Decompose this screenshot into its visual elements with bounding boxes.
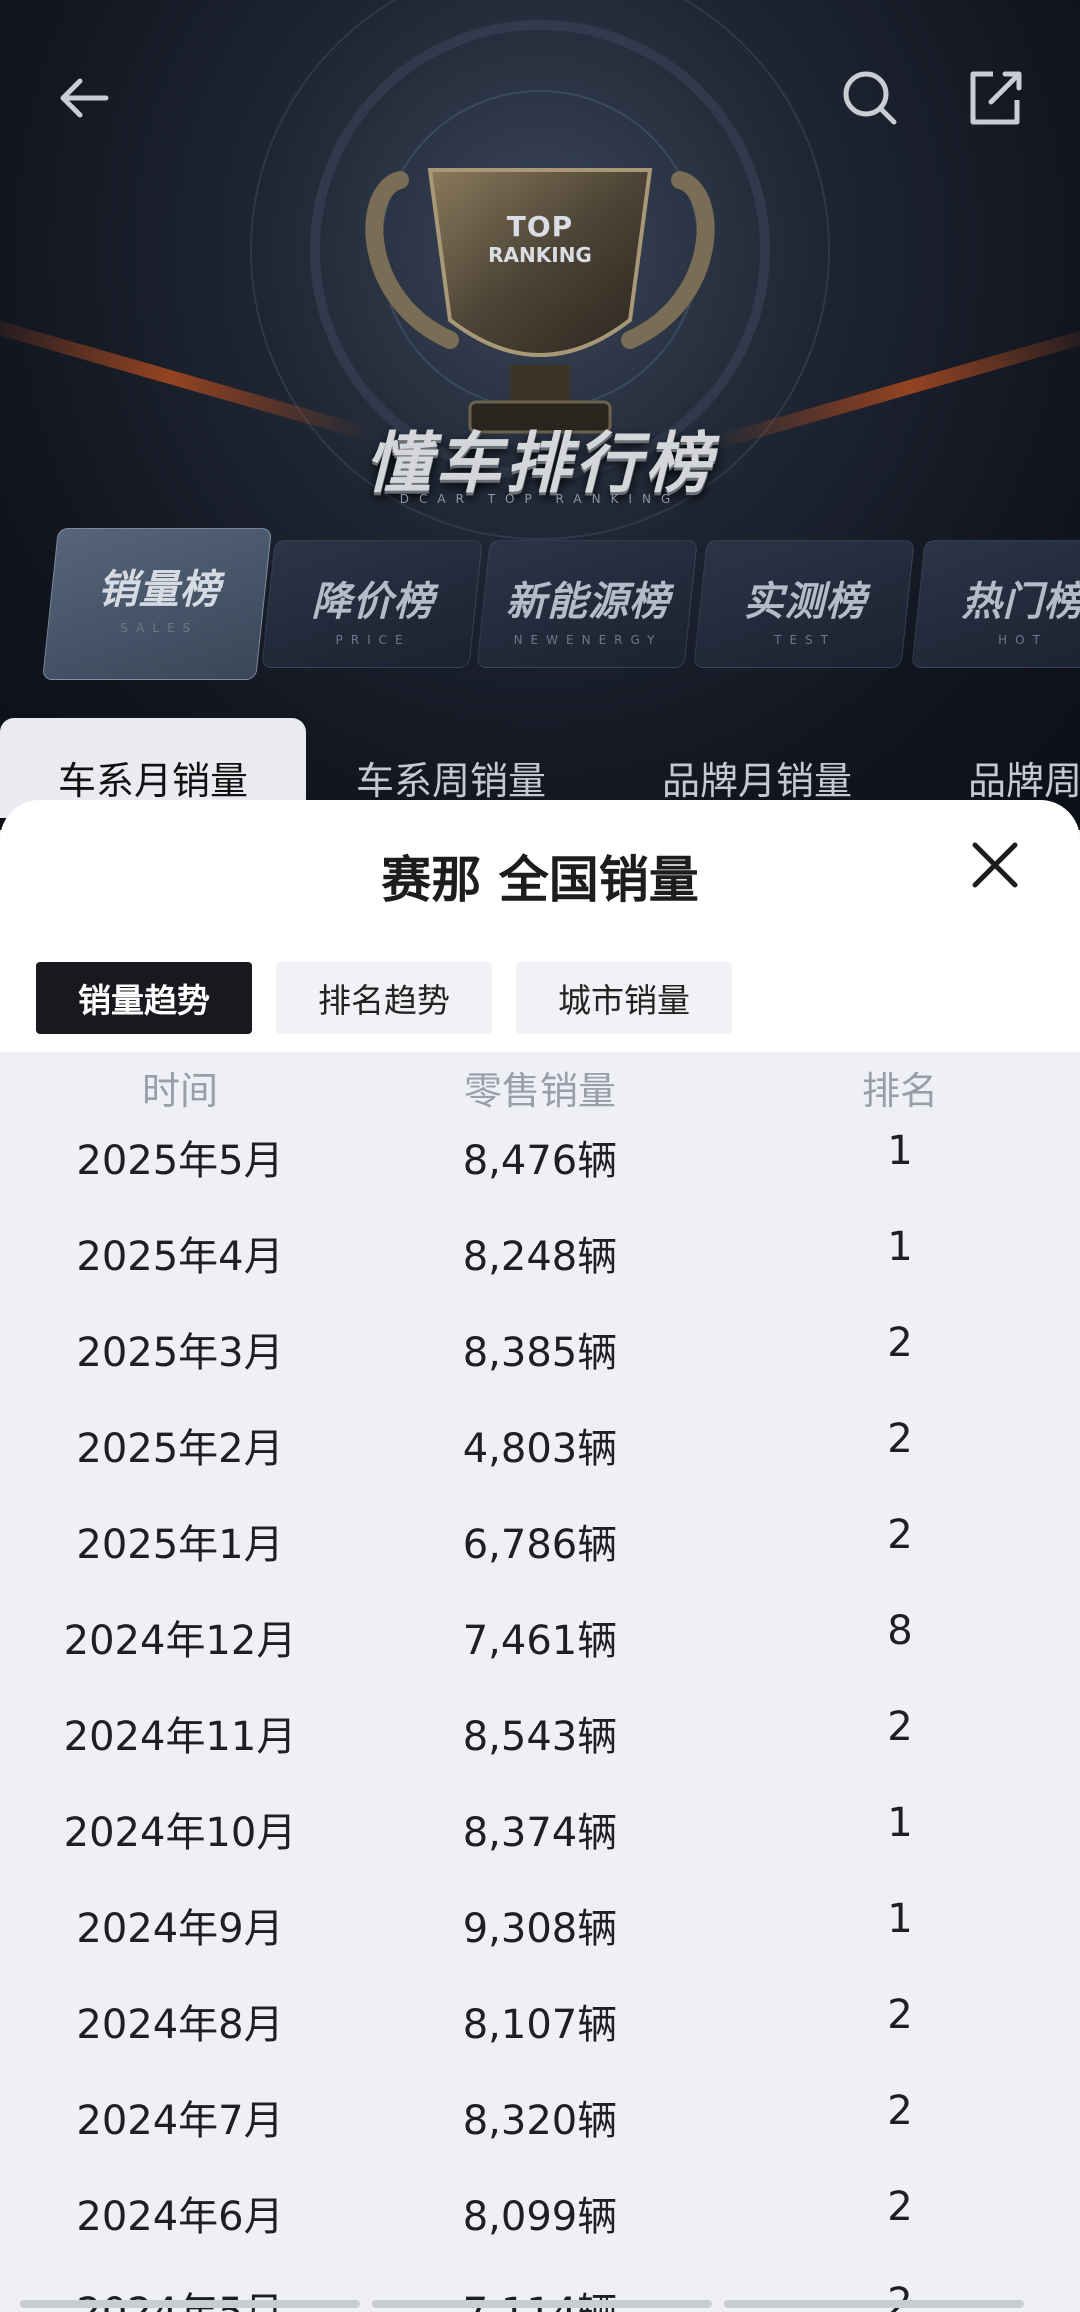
cell-time: 2025年4月 <box>76 1234 284 1280</box>
table-row: 2024年11月 8,543辆 2 <box>0 1698 1080 1794</box>
sales-detail-sheet: 赛那 全国销量 销量趋势 排名趋势 城市销量 时间 零售销量 排名 2025年5… <box>0 800 1080 2312</box>
cell-sales: 8,374辆 <box>462 1810 618 1856</box>
cell-sales: 6,786辆 <box>462 1522 618 1568</box>
cell-time: 2025年5月 <box>76 1138 284 1184</box>
category-tab-price[interactable]: 降价榜 PRICE <box>261 540 483 668</box>
category-label: 降价榜 <box>311 579 435 625</box>
table-row: 2025年4月 8,248辆 1 <box>0 1218 1080 1314</box>
category-sublabel: SALES <box>120 621 199 635</box>
category-tab-sales[interactable]: 销量榜 SALES <box>42 528 272 680</box>
table-row: 2025年3月 8,385辆 2 <box>0 1314 1080 1410</box>
close-icon <box>972 842 1018 888</box>
category-sublabel: NEWENERGY <box>513 633 663 647</box>
category-sublabel: HOT <box>998 633 1048 647</box>
segment-sales-trend[interactable]: 销量趋势 <box>36 962 252 1034</box>
cell-sales: 8,248辆 <box>462 1234 618 1280</box>
cell-rank: 2 <box>887 1416 913 1462</box>
cell-rank: 2 <box>887 1320 913 1366</box>
edit-icon <box>970 71 1022 125</box>
table-row: 2024年9月 9,308辆 1 <box>0 1890 1080 1986</box>
table-row: 2024年8月 8,107辆 2 <box>0 1986 1080 2082</box>
edit-button[interactable] <box>955 58 1035 138</box>
cell-rank: 1 <box>887 1800 913 1846</box>
search-icon <box>843 71 897 125</box>
cell-time: 2024年6月 <box>76 2194 284 2240</box>
cell-time: 2024年9月 <box>76 1906 284 1952</box>
category-tab-test[interactable]: 实测榜 TEST <box>693 540 915 668</box>
column-header-time: 时间 <box>141 1069 218 1113</box>
cell-sales: 9,308辆 <box>462 1906 618 1952</box>
close-button[interactable] <box>960 830 1030 900</box>
cell-time: 2025年3月 <box>76 1330 284 1376</box>
search-button[interactable] <box>830 58 910 138</box>
cell-time: 2024年7月 <box>76 2098 284 2144</box>
table-row: 2024年10月 8,374辆 1 <box>0 1794 1080 1890</box>
cell-time: 2025年1月 <box>76 1522 284 1568</box>
hero-banner: TOP RANKING 懂车排行榜 DCAR TOP RANKING 销量榜 S… <box>0 0 1080 830</box>
category-sublabel: TEST <box>774 633 836 647</box>
arrow-left-icon <box>60 78 109 118</box>
cell-rank: 1 <box>887 1128 913 1174</box>
sheet-header: 赛那 全国销量 销量趋势 排名趋势 城市销量 <box>0 800 1080 1052</box>
category-label: 新能源榜 <box>506 579 671 625</box>
cell-rank: 2 <box>887 1992 913 2038</box>
table-row: 2025年5月 8,476辆 1 <box>0 1122 1080 1218</box>
sales-table: 2025年5月 8,476辆 1 2025年4月 8,248辆 1 2025年3… <box>0 1122 1080 2312</box>
trophy-top-text: TOP <box>506 210 574 243</box>
cell-rank: 1 <box>887 1896 913 1942</box>
column-header-rank: 排名 <box>861 1069 938 1113</box>
cell-time: 2024年12月 <box>63 1618 297 1664</box>
table-row: 2024年12月 7,461辆 8 <box>0 1602 1080 1698</box>
scroll-indicator <box>0 2300 1080 2312</box>
banner-subtitle: DCAR TOP RANKING <box>399 492 681 506</box>
table-header: 时间 零售销量 排名 <box>0 1052 1080 1128</box>
cell-sales: 8,099辆 <box>462 2194 618 2240</box>
cell-time: 2025年2月 <box>76 1426 284 1472</box>
table-row: 2024年6月 8,099辆 2 <box>0 2178 1080 2274</box>
cell-time: 2024年10月 <box>63 1810 297 1856</box>
table-row: 2025年2月 4,803辆 2 <box>0 1410 1080 1506</box>
category-tab-hot[interactable]: 热门榜 HOT <box>911 540 1080 668</box>
table-row: 2025年1月 6,786辆 2 <box>0 1506 1080 1602</box>
cell-time: 2024年11月 <box>63 1714 297 1760</box>
segment-rank-trend[interactable]: 排名趋势 <box>276 962 492 1034</box>
cell-sales: 8,476辆 <box>462 1138 618 1184</box>
category-label: 销量榜 <box>97 567 221 613</box>
cell-sales: 4,803辆 <box>462 1426 618 1472</box>
category-sublabel: PRICE <box>335 633 411 647</box>
category-label: 热门榜 <box>961 579 1080 625</box>
table-row: 2024年7月 8,320辆 2 <box>0 2082 1080 2178</box>
cell-rank: 2 <box>887 2184 913 2230</box>
cell-sales: 8,543辆 <box>462 1714 618 1760</box>
cell-time: 2024年8月 <box>76 2002 284 2048</box>
cell-rank: 8 <box>887 1608 913 1654</box>
cell-rank: 2 <box>887 1512 913 1558</box>
cell-rank: 2 <box>887 2088 913 2134</box>
cell-rank: 1 <box>887 1224 913 1270</box>
back-button[interactable] <box>44 58 124 138</box>
sheet-title: 赛那 全国销量 <box>381 851 699 909</box>
category-label: 实测榜 <box>743 579 867 625</box>
cell-sales: 8,320辆 <box>462 2098 618 2144</box>
column-header-sales: 零售销量 <box>463 1069 616 1113</box>
trophy-ranking-text: RANKING <box>488 243 592 267</box>
segment-city-sales[interactable]: 城市销量 <box>516 962 732 1034</box>
cell-sales: 8,385辆 <box>462 1330 618 1376</box>
cell-sales: 7,461辆 <box>462 1618 618 1664</box>
cell-sales: 8,107辆 <box>462 2002 618 2048</box>
cell-rank: 2 <box>887 1704 913 1750</box>
category-tab-newenergy[interactable]: 新能源榜 NEWENERGY <box>476 540 698 668</box>
